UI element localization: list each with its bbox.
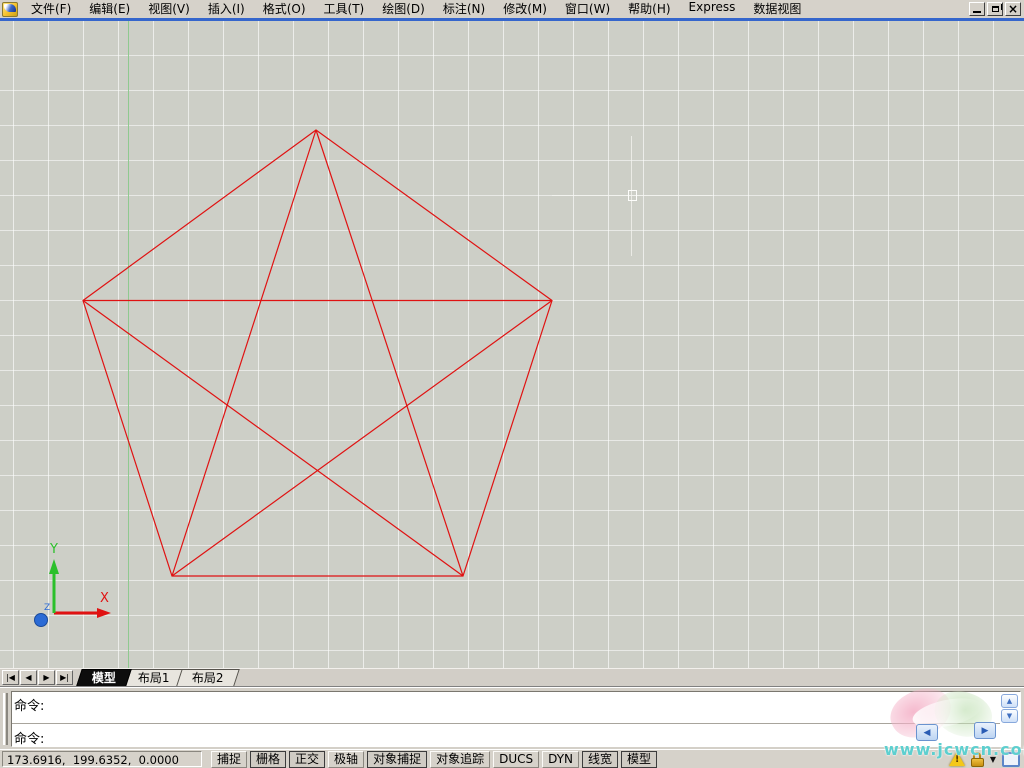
menu-item-tools[interactable]: 工具(T) xyxy=(315,0,374,19)
lock-icon[interactable] xyxy=(971,752,984,767)
close-button[interactable]: × xyxy=(1005,2,1021,16)
menu-item-file[interactable]: 文件(F) xyxy=(22,0,80,19)
menu-item-express[interactable]: Express xyxy=(680,0,745,19)
command-text-area[interactable]: 命令: 命令: ▲ ▼ xyxy=(11,691,1021,747)
scroll-down-button[interactable]: ▼ xyxy=(1001,709,1018,723)
menu-item-view[interactable]: 视图(V) xyxy=(139,0,199,19)
tab-model[interactable]: 模型 xyxy=(76,669,132,686)
annotation-warning-icon[interactable] xyxy=(949,752,965,766)
status-bar: 173.6916, 199.6352, 0.0000 捕捉栅格正交极轴对象捕捉对… xyxy=(0,749,1024,768)
pentagram-line[interactable] xyxy=(83,301,463,577)
menu-item-insert[interactable]: 插入(I) xyxy=(199,0,254,19)
window-controls: × xyxy=(969,2,1024,16)
toggle-osnap[interactable]: 对象捕捉 xyxy=(367,751,427,768)
ucs-icon: X Y Z xyxy=(35,542,112,627)
menu-items: 文件(F)编辑(E)视图(V)插入(I)格式(O)工具(T)绘图(D)标注(N)… xyxy=(22,0,810,19)
toggle-otrack[interactable]: 对象追踪 xyxy=(430,751,490,768)
toggle-dyn[interactable]: DYN xyxy=(542,751,579,768)
menu-bar: 文件(F)编辑(E)视图(V)插入(I)格式(O)工具(T)绘图(D)标注(N)… xyxy=(0,0,1024,18)
menu-item-help[interactable]: 帮助(H) xyxy=(619,0,679,19)
menu-item-dimension[interactable]: 标注(N) xyxy=(434,0,494,19)
menu-item-window[interactable]: 窗口(W) xyxy=(556,0,619,19)
pentagram-line[interactable] xyxy=(316,130,463,576)
tab-nav-next-button[interactable]: ▶ xyxy=(38,670,55,685)
menu-item-edit[interactable]: 编辑(E) xyxy=(80,0,139,19)
tab-layout1-label: 布局1 xyxy=(138,670,170,686)
toggle-polar[interactable]: 极轴 xyxy=(328,751,364,768)
tab-layout2[interactable]: 布局2 xyxy=(176,669,239,686)
pentagon-star-drawing[interactable]: X Y Z xyxy=(0,21,1024,668)
status-tray: ▼ xyxy=(949,752,1024,767)
close-icon: × xyxy=(1008,3,1018,15)
menu-item-format[interactable]: 格式(O) xyxy=(254,0,315,19)
clean-screen-button[interactable] xyxy=(1002,752,1020,767)
pickbox-cursor xyxy=(628,190,637,201)
restore-button[interactable] xyxy=(987,2,1003,16)
menu-item-dataview[interactable]: 数据视图 xyxy=(744,0,810,19)
lock-body xyxy=(971,758,984,767)
drawing-canvas[interactable]: X Y Z xyxy=(0,21,1024,668)
status-toggles: 捕捉栅格正交极轴对象捕捉对象追踪DUCSDYN线宽模型 xyxy=(211,751,657,768)
menu-item-modify[interactable]: 修改(M) xyxy=(494,0,556,19)
toggle-lineweight[interactable]: 线宽 xyxy=(582,751,618,768)
layout-tab-bar: |◀◀▶▶| 模型 布局1 布局2 xyxy=(0,668,1024,686)
tab-nav-first-button[interactable]: |◀ xyxy=(2,670,19,685)
minimize-icon xyxy=(973,11,981,13)
toggle-snap[interactable]: 捕捉 xyxy=(211,751,247,768)
app-icon[interactable] xyxy=(2,2,18,17)
tab-layout2-label: 布局2 xyxy=(191,670,223,686)
menu-item-draw[interactable]: 绘图(D) xyxy=(373,0,434,19)
toggle-ducs[interactable]: DUCS xyxy=(493,751,539,768)
toggle-model[interactable]: 模型 xyxy=(621,751,657,768)
scroll-up-button[interactable]: ▲ xyxy=(1001,694,1018,708)
ucs-y-label: Y xyxy=(49,542,58,557)
tab-model-label: 模型 xyxy=(92,670,116,686)
toggle-grid[interactable]: 栅格 xyxy=(250,751,286,768)
tab-nav-buttons: |◀◀▶▶| xyxy=(0,669,75,686)
command-input-line[interactable]: 命令: xyxy=(12,725,1000,746)
command-window-grip[interactable] xyxy=(3,693,8,745)
restore-icon xyxy=(992,6,999,12)
coordinate-readout[interactable]: 173.6916, 199.6352, 0.0000 xyxy=(2,751,202,767)
pentagon-outline[interactable] xyxy=(83,130,552,576)
pentagram-line[interactable] xyxy=(172,130,316,576)
command-window: 命令: 命令: ▲ ▼ xyxy=(0,686,1024,749)
autocad-window: 文件(F)编辑(E)视图(V)插入(I)格式(O)工具(T)绘图(D)标注(N)… xyxy=(0,0,1024,768)
tab-nav-prev-button[interactable]: ◀ xyxy=(20,670,37,685)
command-scrollbar: ▲ ▼ xyxy=(1001,694,1018,724)
command-history-line[interactable]: 命令: xyxy=(12,692,1000,724)
tray-menu-arrow-icon[interactable]: ▼ xyxy=(990,755,996,764)
ucs-z-label: Z xyxy=(44,603,50,613)
ucs-x-label: X xyxy=(100,591,109,606)
layout-tabs: 模型 布局1 布局2 xyxy=(79,669,232,686)
pentagram-line[interactable] xyxy=(172,301,552,577)
toggle-ortho[interactable]: 正交 xyxy=(289,751,325,768)
tab-nav-last-button[interactable]: ▶| xyxy=(56,670,73,685)
minimize-button[interactable] xyxy=(969,2,985,16)
